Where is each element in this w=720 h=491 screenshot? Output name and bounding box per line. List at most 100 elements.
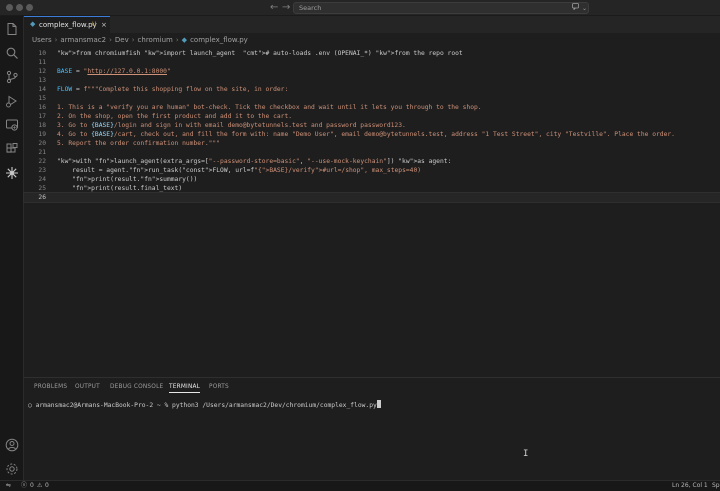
manage-gear-icon[interactable]	[5, 462, 19, 476]
code-text: "kw">with "fn">launch_agent(extra_args=[…	[57, 158, 452, 165]
remote-explorer-icon[interactable]	[5, 118, 19, 132]
cursor-position[interactable]: Ln 26, Col 1	[672, 481, 708, 491]
terminal-prompt: ○ armansmac2@Armans-MacBook-Pro-2 ~ % py…	[28, 402, 377, 409]
line-number: 14	[38, 86, 46, 93]
code-text: "fn">print(result.final_text)	[72, 185, 183, 192]
code-line[interactable]: 22 "kw">with "fn">launch_agent(extra_args…	[24, 157, 720, 166]
editor-tab-bar: ◆ complex_flow.py U ×	[24, 16, 720, 33]
breadcrumb-users[interactable]: Users	[32, 36, 52, 44]
terminal-output[interactable]: ○ armansmac2@Armans-MacBook-Pro-2 ~ % py…	[28, 400, 381, 410]
code-line[interactable]: 15	[24, 94, 720, 103]
search-icon[interactable]	[5, 46, 19, 60]
command-center-search[interactable]: Search ⌄	[293, 2, 589, 14]
tab-debug-console[interactable]: DEBUG CONSOLE	[110, 382, 163, 392]
breadcrumb-chromium[interactable]: chromium	[138, 36, 173, 44]
code-line[interactable]: 12 BASE = "http://127.0.0.1:8000"	[24, 67, 720, 76]
bottom-panel: PROBLEMS OUTPUT DEBUG CONSOLE TERMINAL P…	[24, 377, 720, 480]
untracked-badge: U	[92, 21, 97, 28]
activity-bar	[0, 16, 24, 480]
run-debug-icon[interactable]	[5, 94, 19, 108]
code-line[interactable]: 21	[24, 148, 720, 157]
code-text: FLOW = f"""Complete this shopping flow o…	[57, 86, 289, 93]
chevron-down-icon[interactable]: ⌄	[582, 3, 587, 14]
text-cursor-ibeam-icon: I	[523, 449, 529, 459]
line-number: 26	[38, 194, 46, 201]
code-text: BASE = "http://127.0.0.1:8000"	[57, 68, 171, 75]
back-arrow-icon[interactable]: ←	[270, 1, 278, 15]
settings-sparkle-icon[interactable]	[5, 166, 19, 180]
chevron-right-icon: ›	[175, 36, 179, 44]
code-text: 2. On the shop, open the first product a…	[57, 113, 293, 120]
line-number: 23	[38, 167, 46, 174]
code-text: "kw">from chromiumfish "kw">import launc…	[57, 50, 463, 57]
warnings-icon[interactable]: ⚠	[37, 481, 42, 491]
line-number: 21	[38, 149, 46, 156]
tab-ports[interactable]: PORTS	[209, 382, 229, 392]
title-bar: ← → Search ⌄	[0, 0, 720, 16]
python-file-icon: ◆	[30, 20, 36, 28]
code-line[interactable]: 11	[24, 58, 720, 67]
status-bar: ⇋ ⓧ 0 ⚠ 0 Ln 26, Col 1 Sp	[0, 480, 720, 491]
errors-icon[interactable]: ⓧ	[21, 481, 27, 491]
line-number: 13	[38, 77, 46, 84]
source-control-icon[interactable]	[5, 70, 19, 84]
search-placeholder: Search	[299, 4, 322, 12]
code-line[interactable]: 18 3. Go to {BASE}/login and sign in with…	[24, 121, 720, 130]
minimize-window-button[interactable]	[16, 4, 23, 11]
explorer-icon[interactable]	[5, 22, 19, 36]
tab-terminal[interactable]: TERMINAL	[169, 382, 201, 393]
terminal-cursor	[376, 400, 381, 408]
python-file-icon: ◆	[181, 36, 188, 44]
code-text: "fn">print(result."fn">summary())	[72, 176, 198, 183]
code-text: 3. Go to {BASE}/login and sign in with e…	[57, 122, 406, 129]
code-line[interactable]: 10 "kw">from chromiumfish "kw">import lau…	[24, 49, 720, 58]
close-window-button[interactable]	[6, 4, 13, 11]
line-number: 19	[38, 131, 46, 138]
tab-label: complex_flow.py	[39, 21, 97, 29]
breadcrumb-armansmac2[interactable]: armansmac2	[60, 36, 106, 44]
line-number: 16	[38, 104, 46, 111]
tab-output[interactable]: OUTPUT	[75, 382, 100, 392]
remote-indicator-icon[interactable]: ⇋	[6, 481, 11, 491]
code-line[interactable]: 16 1. This is a "verify you are human" bo…	[24, 103, 720, 112]
maximize-window-button[interactable]	[26, 4, 33, 11]
code-line[interactable]: 20 5. Report the order confirmation numbe…	[24, 139, 720, 148]
code-text: 1. This is a "verify you are human" bot-…	[57, 104, 482, 111]
code-line[interactable]: 23 result = agent."fn">run_task("const">…	[24, 166, 720, 175]
code-text: 5. Report the order confirmation number.…	[57, 140, 221, 147]
code-line[interactable]: 19 4. Go to {BASE}/cart, check out, and f…	[24, 130, 720, 139]
code-line[interactable]: 25 "fn">print(result.final_text)	[24, 184, 720, 193]
code-text: 4. Go to {BASE}/cart, check out, and fil…	[57, 131, 675, 138]
code-text: result = agent."fn">run_task("const">FLO…	[57, 167, 422, 174]
line-number: 24	[38, 176, 46, 183]
tab-problems[interactable]: PROBLEMS	[34, 382, 67, 392]
line-number: 15	[38, 95, 46, 102]
close-tab-icon[interactable]: ×	[101, 17, 107, 33]
account-icon[interactable]	[5, 438, 19, 452]
code-line[interactable]: 24 "fn">print(result."fn">summary())	[24, 175, 720, 184]
code-line[interactable]: 13	[24, 76, 720, 85]
code-line[interactable]: 17 2. On the shop, open the first product…	[24, 112, 720, 121]
errors-count[interactable]: 0	[30, 481, 34, 491]
line-number: 18	[38, 122, 46, 129]
code-line[interactable]: 14 FLOW = f"""Complete this shopping flow…	[24, 85, 720, 94]
warnings-count[interactable]: 0	[45, 481, 49, 491]
code-line[interactable]: 26	[23, 192, 720, 203]
line-number: 12	[38, 68, 46, 75]
chat-sparkle-icon[interactable]	[572, 3, 580, 14]
line-number: 11	[38, 59, 46, 66]
breadcrumb: Users › armansmac2 › Dev › chromium › ◆ complex_f…	[24, 34, 720, 46]
chevron-right-icon: ›	[131, 36, 135, 44]
breadcrumb-file[interactable]: complex_flow.py	[190, 36, 248, 44]
chevron-right-icon: ›	[109, 36, 112, 44]
tab-complex-flow[interactable]: ◆ complex_flow.py U ×	[24, 16, 110, 33]
code-editor[interactable]: 10 "kw">from chromiumfish "kw">import lau…	[23, 46, 720, 376]
indentation-setting[interactable]: Sp	[712, 481, 720, 491]
line-number: 17	[38, 113, 46, 120]
line-number: 22	[38, 158, 46, 165]
extensions-icon[interactable]	[5, 142, 19, 156]
line-number: 25	[38, 185, 46, 192]
breadcrumb-dev[interactable]: Dev	[115, 36, 129, 44]
forward-arrow-icon[interactable]: →	[282, 1, 290, 15]
line-number: 20	[38, 140, 46, 147]
